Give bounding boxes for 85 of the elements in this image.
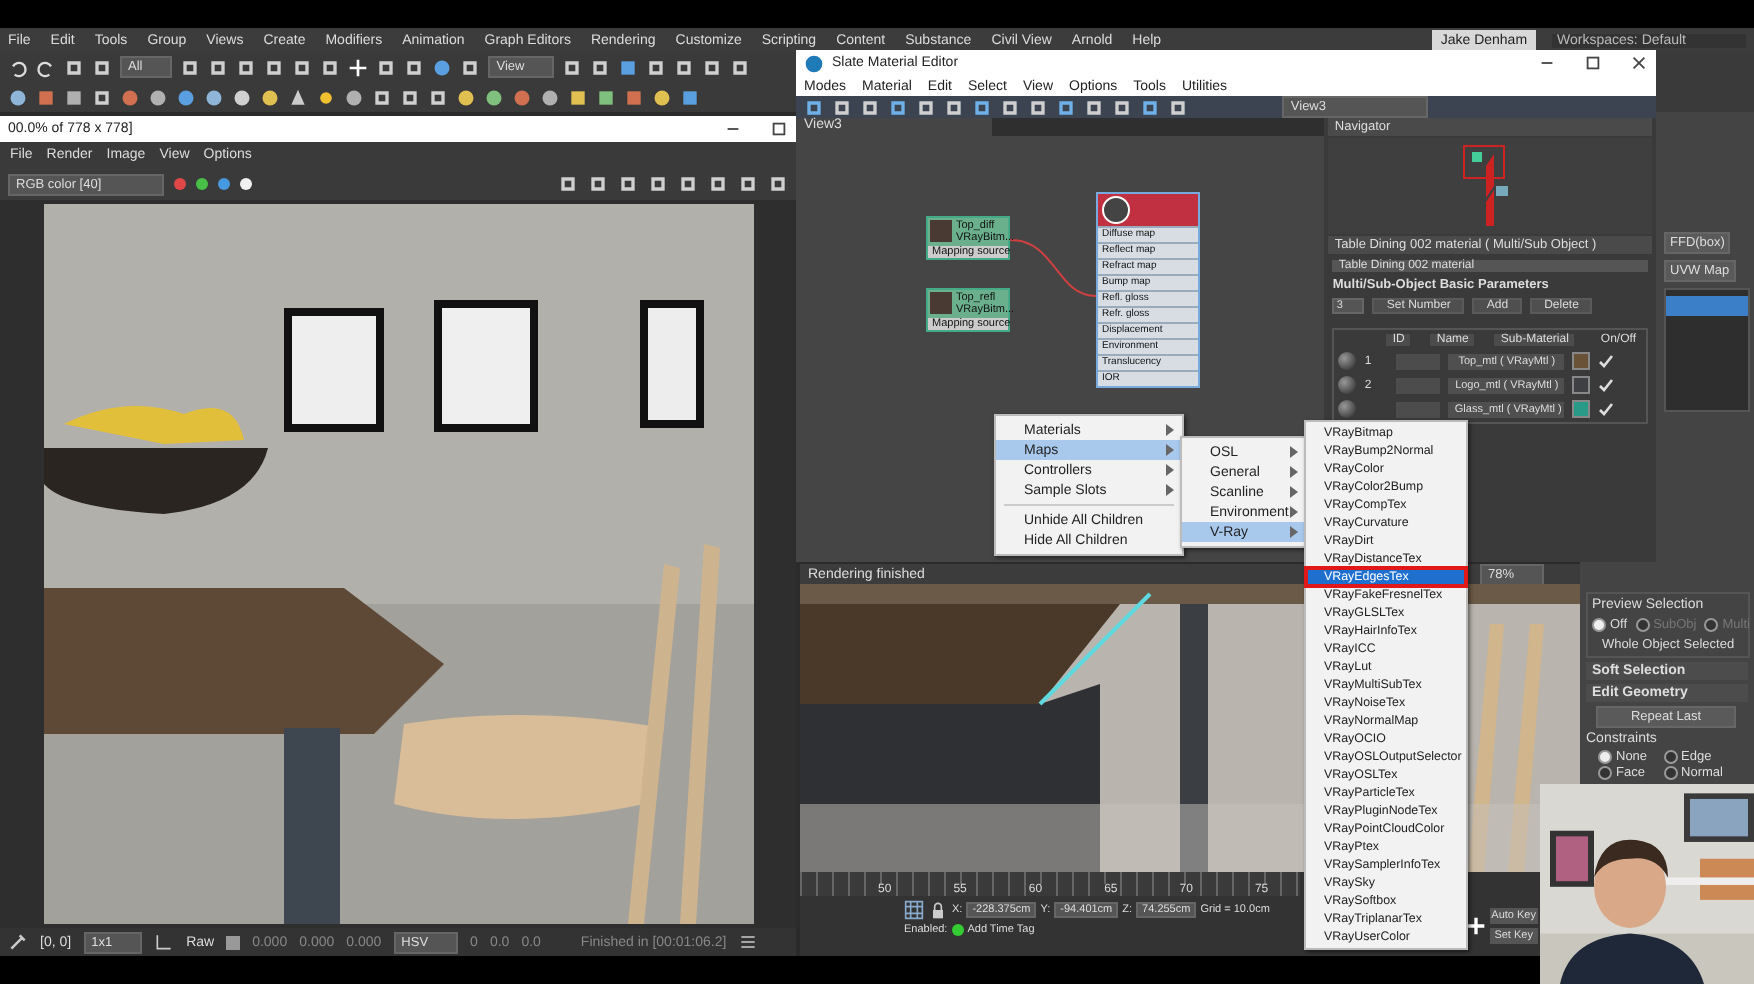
tool-icon[interactable] xyxy=(92,57,112,77)
modifier-stack-list[interactable] xyxy=(1664,288,1750,412)
channel-dot[interactable] xyxy=(173,178,186,190)
tool-icon[interactable] xyxy=(404,57,425,77)
connection-wire xyxy=(1009,239,1097,297)
plus-icon[interactable] xyxy=(1465,916,1486,936)
tool-icon[interactable] xyxy=(1112,97,1132,117)
tool-icon[interactable] xyxy=(1000,97,1020,117)
checkbox[interactable] xyxy=(1598,353,1615,369)
lock-icon[interactable] xyxy=(928,900,948,920)
color-swatch[interactable] xyxy=(1572,376,1591,394)
tool-icon[interactable] xyxy=(1168,97,1188,117)
tool-icon[interactable] xyxy=(972,97,992,117)
box-icon[interactable] xyxy=(596,87,616,107)
tool-icon[interactable] xyxy=(804,97,824,117)
tool-icon[interactable] xyxy=(648,174,668,194)
map-thumbnail xyxy=(930,292,952,314)
tool-icon[interactable] xyxy=(92,87,112,107)
tool-icon[interactable] xyxy=(916,97,936,117)
tool-icon[interactable] xyxy=(460,57,481,77)
box-icon[interactable] xyxy=(680,87,700,107)
channel-dot[interactable] xyxy=(195,178,208,190)
tool-icon[interactable] xyxy=(730,57,751,77)
tool-icon[interactable] xyxy=(702,57,723,77)
color-swatch[interactable] xyxy=(1572,352,1591,370)
checkbox[interactable] xyxy=(1598,401,1615,417)
pixel-picker-icon[interactable] xyxy=(8,932,28,952)
tool-icon[interactable] xyxy=(590,57,611,77)
sphere-icon[interactable] xyxy=(344,87,364,107)
tool-icon[interactable] xyxy=(678,174,698,194)
status-dot xyxy=(951,924,964,936)
app-icon xyxy=(804,53,824,73)
axis-icon xyxy=(154,932,175,952)
redo-icon[interactable] xyxy=(36,57,56,77)
tool-icon[interactable] xyxy=(768,174,788,194)
maximize-icon[interactable] xyxy=(1584,54,1602,72)
tool-icon[interactable] xyxy=(558,174,578,194)
sphere-icon[interactable] xyxy=(652,87,672,107)
box-icon[interactable] xyxy=(618,57,639,77)
tool-icon[interactable] xyxy=(320,57,341,77)
color-swatch[interactable] xyxy=(1572,400,1591,418)
tool-icon[interactable] xyxy=(1140,97,1160,117)
box-icon[interactable] xyxy=(36,87,56,107)
tool-icon[interactable] xyxy=(208,57,229,77)
tool-icon[interactable] xyxy=(428,87,448,107)
grid-icon[interactable] xyxy=(904,900,924,920)
tool-icon[interactable] xyxy=(1084,97,1104,117)
channel-dot[interactable] xyxy=(217,178,230,190)
name-field[interactable] xyxy=(1396,401,1441,417)
checkbox[interactable] xyxy=(1598,377,1615,393)
tool-icon[interactable] xyxy=(180,57,201,77)
tool-icon[interactable] xyxy=(292,57,313,77)
tool-icon[interactable] xyxy=(738,174,758,194)
sphere-icon[interactable] xyxy=(432,57,453,77)
tool-icon[interactable] xyxy=(562,57,583,77)
tool-icon[interactable] xyxy=(1056,97,1076,117)
tool-icon[interactable] xyxy=(400,87,420,107)
box-icon[interactable] xyxy=(624,87,644,107)
tool-icon[interactable] xyxy=(860,97,880,117)
material-thumbnail xyxy=(1102,196,1130,224)
log-icon[interactable] xyxy=(738,932,759,952)
sphere-icon[interactable] xyxy=(8,87,28,107)
maximize-icon[interactable] xyxy=(770,120,788,138)
channel-dot[interactable] xyxy=(239,178,252,190)
move-icon[interactable] xyxy=(348,57,369,77)
tool-icon[interactable] xyxy=(888,97,908,117)
tool-icon[interactable] xyxy=(376,57,397,77)
tool-icon[interactable] xyxy=(646,57,667,77)
tool-icon[interactable] xyxy=(588,174,608,194)
tool-icon[interactable] xyxy=(372,87,392,107)
tool-icon[interactable] xyxy=(944,97,964,117)
tool-icon[interactable] xyxy=(708,174,728,194)
tool-icon[interactable] xyxy=(1028,97,1048,117)
box-icon[interactable] xyxy=(64,87,84,107)
undo-icon[interactable] xyxy=(8,57,28,77)
tool-icon[interactable] xyxy=(64,57,84,77)
color-swatch xyxy=(226,935,241,949)
box-icon[interactable] xyxy=(568,87,588,107)
tool-icon[interactable] xyxy=(618,174,638,194)
close-icon[interactable] xyxy=(1630,54,1648,72)
tool-icon[interactable] xyxy=(236,57,257,77)
tool-icon[interactable] xyxy=(264,57,285,77)
tool-icon[interactable] xyxy=(674,57,695,77)
tool-icon[interactable] xyxy=(832,97,852,117)
map-thumbnail xyxy=(930,220,952,242)
